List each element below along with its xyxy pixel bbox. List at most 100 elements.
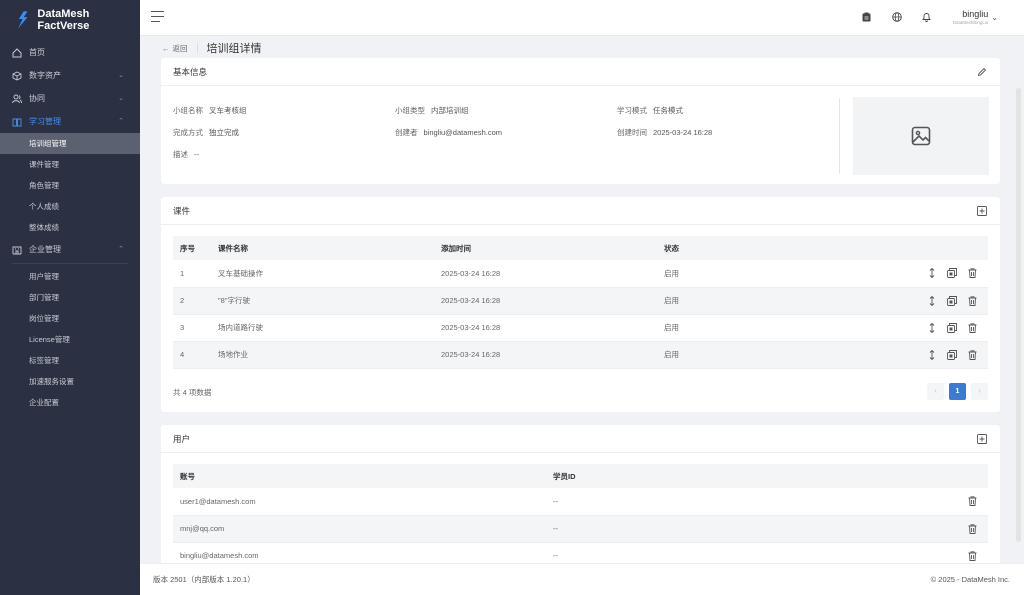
table-cell: 2025-03-24 16:28 — [434, 287, 657, 315]
sidebar-sub-users[interactable]: 用户管理 — [0, 266, 140, 287]
book-icon — [12, 118, 22, 126]
column-header-actions — [880, 236, 988, 260]
sidebar: DataMesh FactVerse 首页 数字资产 ⌄ 协同 ⌄ 学习管理 ⌃… — [0, 0, 140, 595]
row-actions — [919, 488, 988, 516]
sidebar-item-label: 数字资产 — [29, 71, 61, 80]
row-actions — [880, 260, 988, 288]
add-user-button[interactable] — [976, 433, 988, 445]
sidebar-item-collab[interactable]: 协同 ⌄ — [0, 87, 140, 110]
page-1-button[interactable]: 1 — [949, 383, 966, 400]
sort-icon[interactable] — [926, 349, 938, 361]
sidebar-sub-label: 角色管理 — [29, 181, 59, 190]
delete-icon[interactable] — [966, 523, 978, 535]
chevron-down-icon: ⌄ — [118, 72, 124, 79]
back-button[interactable]: ← 返回 — [162, 43, 188, 54]
pagination: ‹ 1 › — [927, 383, 988, 400]
card-title: 用户 — [173, 433, 191, 444]
globe-icon[interactable] — [889, 9, 905, 25]
version-text: 版本 2501（内部版本 1.20.1） — [153, 575, 255, 584]
table-cell: 2025-03-24 16:28 — [434, 341, 657, 369]
scrollbar[interactable] — [1016, 88, 1021, 542]
sidebar-sub-label: 个人成绩 — [29, 202, 59, 211]
row-actions — [919, 542, 988, 563]
sidebar-sub-label: 企业配置 — [29, 398, 59, 407]
username: bingliu — [962, 9, 989, 19]
sidebar-sub-license[interactable]: License管理 — [0, 329, 140, 350]
sidebar-item-home[interactable]: 首页 — [0, 41, 140, 64]
home-icon — [12, 47, 22, 57]
plus-square-icon — [977, 433, 987, 444]
table-row: 2 "8"字行驶 2025-03-24 16:28 启用 — [173, 287, 988, 315]
sidebar-sub-overall-scores[interactable]: 整体成绩 — [0, 217, 140, 238]
sort-icon[interactable] — [926, 295, 938, 307]
field-learning-mode: 学习模式 任务模式 — [617, 106, 683, 115]
copy-icon[interactable] — [946, 349, 958, 361]
delete-icon[interactable] — [966, 322, 978, 334]
table-cell: mnj@qq.com — [173, 515, 546, 543]
card-title: 课件 — [173, 205, 191, 216]
table-cell: -- — [546, 488, 919, 516]
column-header: 添加时间 — [434, 236, 657, 260]
topbar: bingliu DataMeshBingLiu ⌄ — [140, 0, 1024, 36]
sort-icon[interactable] — [926, 322, 938, 334]
copy-icon[interactable] — [946, 322, 958, 334]
page-header: ← 返回 培训组详情 — [162, 41, 262, 55]
sidebar-sub-courseware[interactable]: 课件管理 — [0, 154, 140, 175]
courses-table: 序号 课件名称 添加时间 状态 1 叉车基础操作 2025-03-24 16:28 启… — [173, 236, 988, 369]
users-icon — [12, 94, 22, 103]
table-cell: 启用 — [657, 287, 880, 315]
users-table: 账号 学员ID user1@datamesh.com -- mnj@qq.com --… — [173, 464, 988, 563]
delete-icon[interactable] — [966, 295, 978, 307]
sidebar-sub-positions[interactable]: 岗位管理 — [0, 308, 140, 329]
row-actions — [880, 314, 988, 342]
sidebar-sub-training-groups[interactable]: 培训组管理 — [0, 133, 140, 154]
users-card: 用户 账号 学员ID user1@datamesh.com -- mnj@qq.co… — [161, 425, 1000, 563]
sidebar-sub-enterprise-config[interactable]: 企业配置 — [0, 392, 140, 413]
delete-icon[interactable] — [966, 349, 978, 361]
table-cell: 2 — [173, 287, 211, 315]
sidebar-item-digital-assets[interactable]: 数字资产 ⌄ — [0, 64, 140, 87]
next-page-button[interactable]: › — [971, 383, 988, 400]
sidebar-item-label: 企业管理 — [29, 245, 61, 254]
sidebar-sub-roles[interactable]: 角色管理 — [0, 175, 140, 196]
clipboard-icon[interactable] — [859, 9, 875, 25]
table-cell: 启用 — [657, 260, 880, 288]
sort-icon[interactable] — [926, 267, 938, 279]
building-icon — [12, 246, 22, 254]
menu-toggle-icon[interactable] — [151, 11, 164, 23]
sidebar-sub-personal-scores[interactable]: 个人成绩 — [0, 196, 140, 217]
sidebar-item-enterprise[interactable]: 企业管理 ⌃ — [0, 238, 140, 261]
add-course-button[interactable] — [976, 205, 988, 217]
chevron-up-icon: ⌃ — [118, 246, 124, 253]
sidebar-item-learning[interactable]: 学习管理 ⌃ — [0, 110, 140, 133]
table-header-row: 序号 课件名称 添加时间 状态 — [173, 236, 988, 260]
column-header: 学员ID — [546, 464, 919, 488]
copy-icon[interactable] — [946, 267, 958, 279]
bell-icon[interactable] — [919, 9, 935, 25]
field-group-type: 小组类型 内部培训组 — [395, 106, 469, 115]
delete-icon[interactable] — [966, 495, 978, 507]
total-count: 共 4 项数据 — [173, 388, 212, 397]
table-cell: bingliu@datamesh.com — [173, 542, 546, 563]
table-cell: 3 — [173, 314, 211, 342]
sidebar-sub-label: License管理 — [29, 335, 70, 344]
user-menu[interactable]: bingliu DataMeshBingLiu ⌄ — [949, 9, 998, 25]
table-cell: 叉车基础操作 — [211, 260, 434, 288]
copy-icon[interactable] — [946, 295, 958, 307]
field-created-time: 创建时间 2025-03-24 16:28 — [617, 128, 713, 137]
delete-icon[interactable] — [966, 550, 978, 562]
field-description: 描述 -- — [173, 150, 199, 159]
edit-icon[interactable] — [976, 66, 988, 78]
sidebar-sub-acceleration[interactable]: 加速服务设置 — [0, 371, 140, 392]
app-logo[interactable]: DataMesh FactVerse — [0, 0, 140, 40]
table-cell: 1 — [173, 260, 211, 288]
sidebar-sub-departments[interactable]: 部门管理 — [0, 287, 140, 308]
delete-icon[interactable] — [966, 267, 978, 279]
sidebar-sub-tags[interactable]: 标签管理 — [0, 350, 140, 371]
prev-page-button[interactable]: ‹ — [927, 383, 944, 400]
column-header: 状态 — [657, 236, 880, 260]
cover-image-placeholder[interactable] — [853, 97, 989, 175]
sidebar-sub-label: 整体成绩 — [29, 223, 59, 232]
chevron-down-icon: ⌄ — [118, 95, 124, 102]
sidebar-item-label: 首页 — [29, 48, 45, 57]
